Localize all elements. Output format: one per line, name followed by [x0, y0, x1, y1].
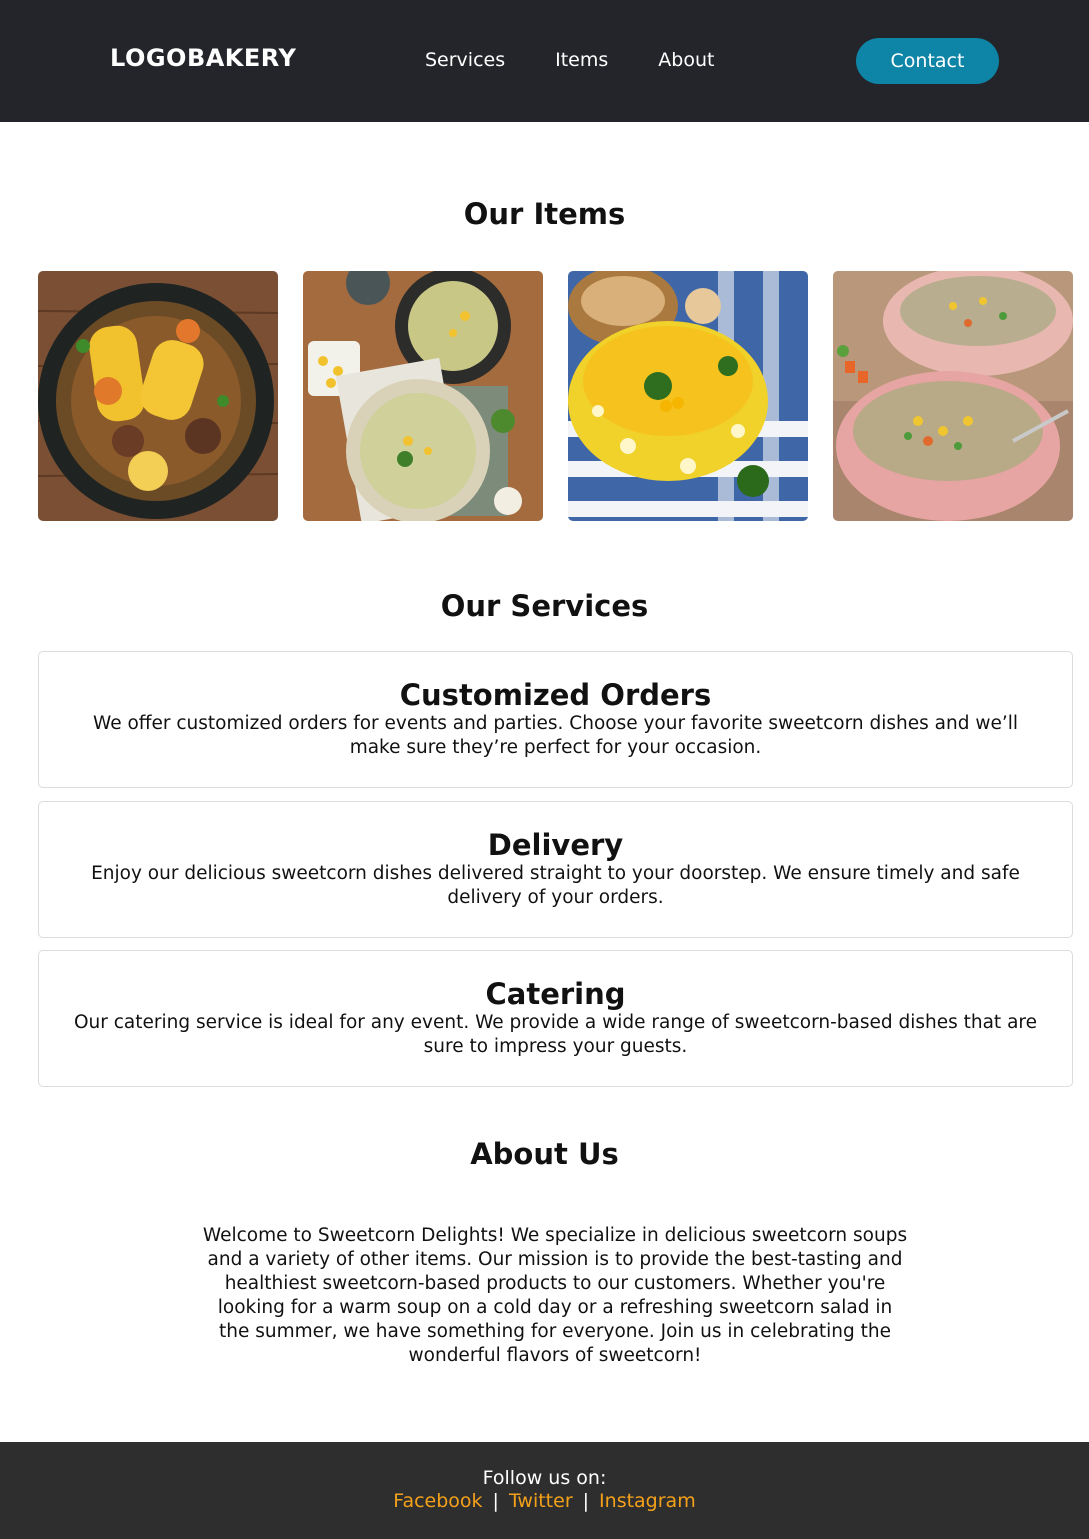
service-description: Our catering service is ideal for any ev…	[73, 1012, 1037, 1057]
about-text: Welcome to Sweetcorn Delights! We specia…	[202, 1225, 908, 1366]
services-section-title: Our Services	[440, 589, 649, 623]
service-description: Enjoy our delicious sweetcorn dishes del…	[91, 863, 1020, 908]
yellow-corn-soup-image[interactable]	[568, 271, 808, 521]
service-card-catering: Catering Our catering service is ideal f…	[38, 950, 1073, 1087]
service-title: Customized Orders	[399, 678, 712, 712]
corn-vegetable-soup-image[interactable]	[833, 271, 1073, 521]
items-gallery	[38, 271, 1073, 521]
nav-about[interactable]: About	[658, 49, 714, 71]
service-card-customized-orders: Customized Orders We offer customized or…	[38, 651, 1073, 788]
corn-stew-image[interactable]	[38, 271, 278, 521]
twitter-link[interactable]: Twitter	[509, 1490, 573, 1512]
nav-items[interactable]: Items	[555, 49, 608, 71]
site-header: LOGOBAKERY Services Items About Contact	[0, 0, 1089, 122]
main-nav: Services Items About	[425, 49, 714, 71]
social-links: Facebook | Twitter | Instagram	[0, 1490, 1089, 1512]
service-card-delivery: Delivery Enjoy our delicious sweetcorn d…	[38, 801, 1073, 938]
separator: |	[582, 1490, 590, 1512]
nav-services[interactable]: Services	[425, 49, 505, 71]
site-footer: Follow us on: Facebook | Twitter | Instagram	[0, 1442, 1089, 1539]
service-title: Catering	[485, 977, 626, 1011]
logo[interactable]: LOGOBAKERY	[110, 44, 296, 72]
items-section-title: Our Items	[463, 197, 626, 231]
contact-button[interactable]: Contact	[856, 38, 999, 84]
creamy-corn-soup-image[interactable]	[303, 271, 543, 521]
facebook-link[interactable]: Facebook	[393, 1490, 482, 1512]
instagram-link[interactable]: Instagram	[599, 1490, 696, 1512]
follow-label: Follow us on:	[482, 1467, 607, 1489]
service-title: Delivery	[487, 828, 624, 862]
service-description: We offer customized orders for events an…	[92, 713, 1019, 758]
separator: |	[492, 1490, 499, 1512]
about-section-title: About Us	[470, 1137, 619, 1171]
